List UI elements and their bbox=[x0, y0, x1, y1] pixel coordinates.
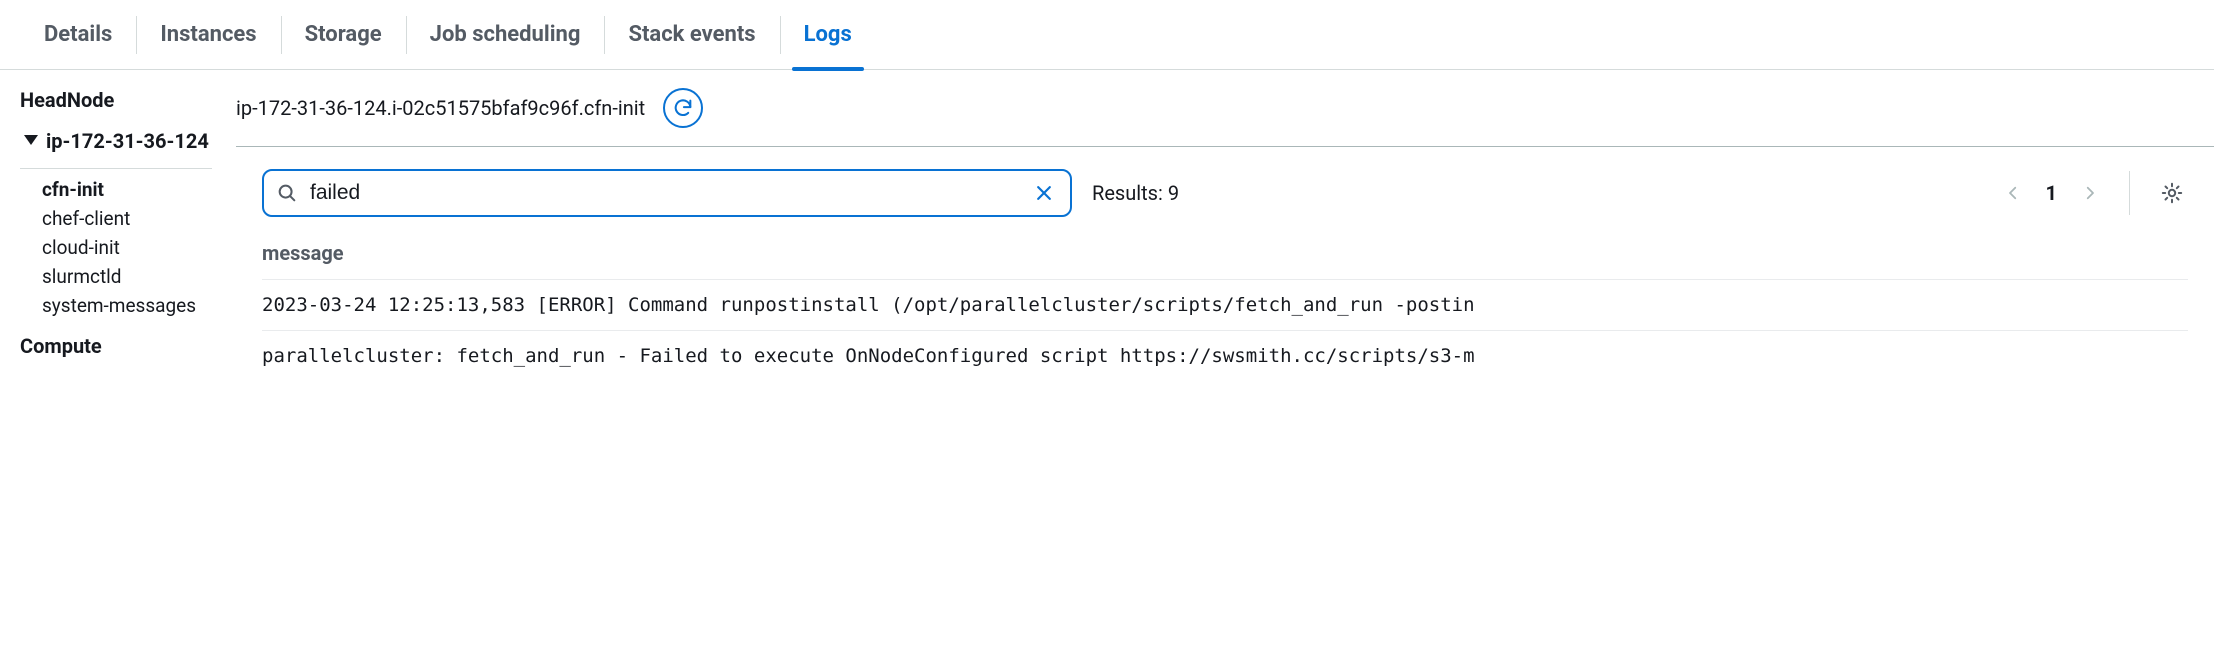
content-header: ip-172-31-36-124.i-02c51575bfaf9c96f.cfn… bbox=[236, 88, 2214, 146]
sidebar-group-headnode: HeadNode bbox=[20, 88, 228, 112]
tabs-bar: Details Instances Storage Job scheduling… bbox=[0, 0, 2214, 70]
tab-storage[interactable]: Storage bbox=[281, 12, 406, 58]
results-count: Results: 9 bbox=[1092, 181, 1179, 205]
settings-button[interactable] bbox=[2156, 177, 2188, 209]
close-icon bbox=[1034, 183, 1054, 203]
log-stream-name: ip-172-31-36-124.i-02c51575bfaf9c96f.cfn… bbox=[236, 96, 645, 120]
next-page-button[interactable] bbox=[2077, 180, 2103, 206]
refresh-button[interactable] bbox=[663, 88, 703, 128]
gear-icon bbox=[2160, 181, 2184, 205]
tab-stack-events[interactable]: Stack events bbox=[604, 12, 779, 58]
tab-job-scheduling[interactable]: Job scheduling bbox=[406, 12, 605, 58]
sidebar-divider bbox=[20, 168, 212, 169]
log-stream-item[interactable]: system-messages bbox=[42, 291, 228, 320]
sidebar-node-name: ip-172-31-36-124 bbox=[46, 128, 209, 154]
refresh-icon bbox=[672, 97, 694, 119]
tab-instances[interactable]: Instances bbox=[136, 12, 280, 58]
log-stream-list: cfn-init chef-client cloud-init slurmctl… bbox=[20, 175, 228, 320]
search-box[interactable] bbox=[262, 169, 1072, 217]
logs-sidebar: HeadNode ip-172-31-36-124 cfn-init chef-… bbox=[0, 70, 228, 381]
sidebar-node-item[interactable]: ip-172-31-36-124 bbox=[20, 124, 228, 158]
sidebar-group-compute: Compute bbox=[20, 334, 228, 358]
log-stream-item[interactable]: chef-client bbox=[42, 204, 228, 233]
column-header-message: message bbox=[262, 235, 2188, 279]
logs-toolbar: Results: 9 1 bbox=[236, 147, 2214, 235]
chevron-right-icon bbox=[2081, 184, 2099, 202]
chevron-left-icon bbox=[2004, 184, 2022, 202]
toolbar-separator bbox=[2129, 171, 2130, 215]
caret-down-icon bbox=[24, 135, 38, 145]
search-icon bbox=[276, 182, 298, 204]
page-number: 1 bbox=[2046, 181, 2057, 205]
table-row[interactable]: 2023-03-24 12:25:13,583 [ERROR] Command … bbox=[262, 279, 2188, 330]
logs-table: message 2023-03-24 12:25:13,583 [ERROR] … bbox=[236, 235, 2214, 381]
clear-search-button[interactable] bbox=[1030, 179, 1058, 207]
logs-content: ip-172-31-36-124.i-02c51575bfaf9c96f.cfn… bbox=[228, 70, 2214, 381]
search-input[interactable] bbox=[310, 181, 1018, 205]
prev-page-button[interactable] bbox=[2000, 180, 2026, 206]
table-row[interactable]: parallelcluster: fetch_and_run - Failed … bbox=[262, 330, 2188, 381]
log-stream-item[interactable]: cfn-init bbox=[42, 175, 228, 204]
log-stream-item[interactable]: slurmctld bbox=[42, 262, 228, 291]
tab-logs[interactable]: Logs bbox=[780, 12, 876, 58]
tab-details[interactable]: Details bbox=[20, 12, 136, 58]
pagination: 1 bbox=[2000, 180, 2103, 206]
log-stream-item[interactable]: cloud-init bbox=[42, 233, 228, 262]
